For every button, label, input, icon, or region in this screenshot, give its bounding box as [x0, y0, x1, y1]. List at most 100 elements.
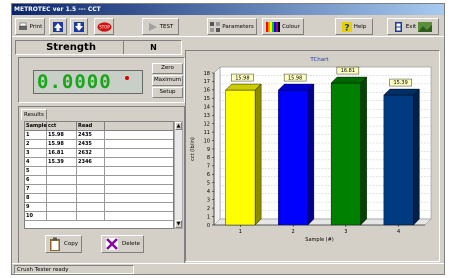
table-cell[interactable]: 10 — [25, 212, 47, 221]
table-row[interactable]: 3 16.81 2632 — [25, 149, 173, 158]
copy-button[interactable]: Copy — [45, 235, 82, 253]
left-panel: Strength N 0.0000 Zero Maximum Setup Res… — [15, 40, 185, 268]
bar — [330, 82, 361, 226]
y-tick-label: 18 — [204, 71, 210, 77]
table-cell[interactable]: 2 — [25, 140, 47, 149]
y-tick-label: 16 — [204, 88, 210, 94]
bar-top — [330, 76, 368, 84]
setup-button[interactable]: Setup — [152, 87, 183, 98]
results-table[interactable]: Sample cct Read 1 15.98 2435 2 15.98 2435 3 16.81 2… — [24, 121, 174, 229]
table-cell[interactable] — [105, 167, 173, 176]
table-row[interactable]: 4 15.39 2346 — [25, 158, 173, 167]
zero-button[interactable]: Zero — [152, 63, 183, 74]
test-label: TEST — [159, 23, 174, 30]
y-tick-label: 8 — [207, 155, 210, 161]
table-row[interactable]: 2 15.98 2435 — [25, 140, 173, 149]
table-cell[interactable] — [77, 176, 105, 185]
colour-button[interactable]: Colour — [262, 18, 304, 35]
table-cell[interactable]: 2346 — [77, 158, 105, 167]
table-cell[interactable]: 8 — [25, 194, 47, 203]
results-scrollbar[interactable]: ▲ ▼ — [174, 121, 183, 229]
bar-top — [225, 83, 262, 91]
copy-label: Copy — [64, 241, 78, 247]
tab-results[interactable]: Results — [21, 109, 47, 120]
table-cell[interactable] — [47, 194, 77, 203]
reading-display-panel: 0.0000 Zero Maximum Setup — [18, 57, 185, 103]
table-row[interactable]: 1 15.98 2435 — [25, 131, 173, 140]
delete-x-icon — [105, 237, 119, 251]
table-cell[interactable] — [47, 212, 77, 221]
strength-header: Strength N — [15, 40, 182, 55]
y-axis-title: cct (lb/in) — [190, 137, 196, 161]
table-cell[interactable] — [105, 149, 173, 158]
table-cell[interactable] — [105, 185, 173, 194]
test-button[interactable]: TEST — [142, 18, 179, 35]
table-cell[interactable]: 2632 — [77, 149, 105, 158]
table-cell[interactable] — [47, 185, 77, 194]
table-cell[interactable] — [77, 185, 105, 194]
bar-top — [277, 83, 315, 91]
up-arrow-button[interactable] — [49, 18, 67, 35]
table-cell[interactable] — [77, 212, 105, 221]
table-row[interactable]: 10 — [25, 212, 173, 221]
bar-chart: TChart012345678910111213141516171815.981… — [190, 57, 432, 243]
status-text: Crush Tester ready — [14, 265, 134, 274]
table-cell[interactable] — [105, 194, 173, 203]
chart-panel: TChart 0 1 2 3 4 5 6 7 8 9 10 11 12 13 14 15 16 17 18 15.98 1… — [185, 50, 440, 262]
table-cell[interactable]: 7 — [25, 185, 47, 194]
table-cell[interactable]: 15.98 — [47, 140, 77, 149]
table-cell[interactable] — [105, 131, 173, 140]
y-tick-label: 10 — [204, 138, 210, 144]
y-tick-label: 5 — [207, 181, 210, 187]
exit-button[interactable]: Exit — [387, 18, 439, 35]
table-cell[interactable] — [47, 167, 77, 176]
table-row[interactable]: 9 — [25, 203, 173, 212]
arrow-up-icon — [53, 21, 63, 32]
table-cell[interactable] — [105, 158, 173, 167]
maximum-button[interactable]: Maximum — [152, 75, 183, 86]
table-cell[interactable]: 2435 — [77, 140, 105, 149]
table-row[interactable]: 8 — [25, 194, 173, 203]
data-label: 15.39 — [393, 80, 407, 86]
table-cell[interactable] — [47, 176, 77, 185]
table-cell[interactable]: 15.98 — [47, 131, 77, 140]
print-button[interactable]: Print — [15, 18, 45, 35]
stop-label: STOP — [99, 24, 110, 29]
parameters-button[interactable]: Parameters — [207, 18, 257, 35]
y-tick-label: 2 — [207, 206, 210, 212]
bar-top — [383, 88, 420, 96]
table-header-row[interactable]: Sample cct Read — [25, 122, 173, 131]
delete-button[interactable]: Delete — [101, 235, 145, 253]
column-header: Read — [77, 122, 105, 131]
table-row[interactable]: 5 — [25, 167, 173, 176]
table-cell[interactable]: 6 — [25, 176, 47, 185]
table-cell[interactable] — [77, 203, 105, 212]
table-row[interactable]: 6 — [25, 176, 173, 185]
scroll-down-arrow[interactable]: ▼ — [175, 220, 182, 228]
table-cell[interactable]: 16.81 — [47, 149, 77, 158]
table-cell[interactable]: 5 — [25, 167, 47, 176]
x-tick-label: 2 — [292, 229, 295, 235]
table-cell[interactable]: 15.39 — [47, 158, 77, 167]
table-cell[interactable] — [105, 140, 173, 149]
help-icon: ? — [341, 21, 352, 32]
scroll-up-arrow[interactable]: ▲ — [175, 122, 182, 130]
table-cell[interactable] — [105, 176, 173, 185]
table-cell[interactable] — [105, 212, 173, 221]
stop-button[interactable]: STOP — [94, 18, 114, 35]
data-label: 15.98 — [288, 75, 302, 81]
table-cell[interactable]: 4 — [25, 158, 47, 167]
table-cell[interactable]: 2435 — [77, 131, 105, 140]
table-cell[interactable] — [105, 203, 173, 212]
table-cell[interactable] — [77, 167, 105, 176]
table-cell[interactable] — [47, 203, 77, 212]
help-button[interactable]: ? Help — [335, 18, 373, 35]
table-cell[interactable]: 1 — [25, 131, 47, 140]
table-row[interactable]: 7 — [25, 185, 173, 194]
down-arrow-button[interactable] — [70, 18, 88, 35]
bar-side — [307, 83, 315, 226]
table-cell[interactable]: 9 — [25, 203, 47, 212]
table-cell[interactable] — [77, 194, 105, 203]
table-cell[interactable]: 3 — [25, 149, 47, 158]
app-window: METROTEC ver 1.5 --- CCT Print STOP TEST… — [11, 3, 445, 275]
